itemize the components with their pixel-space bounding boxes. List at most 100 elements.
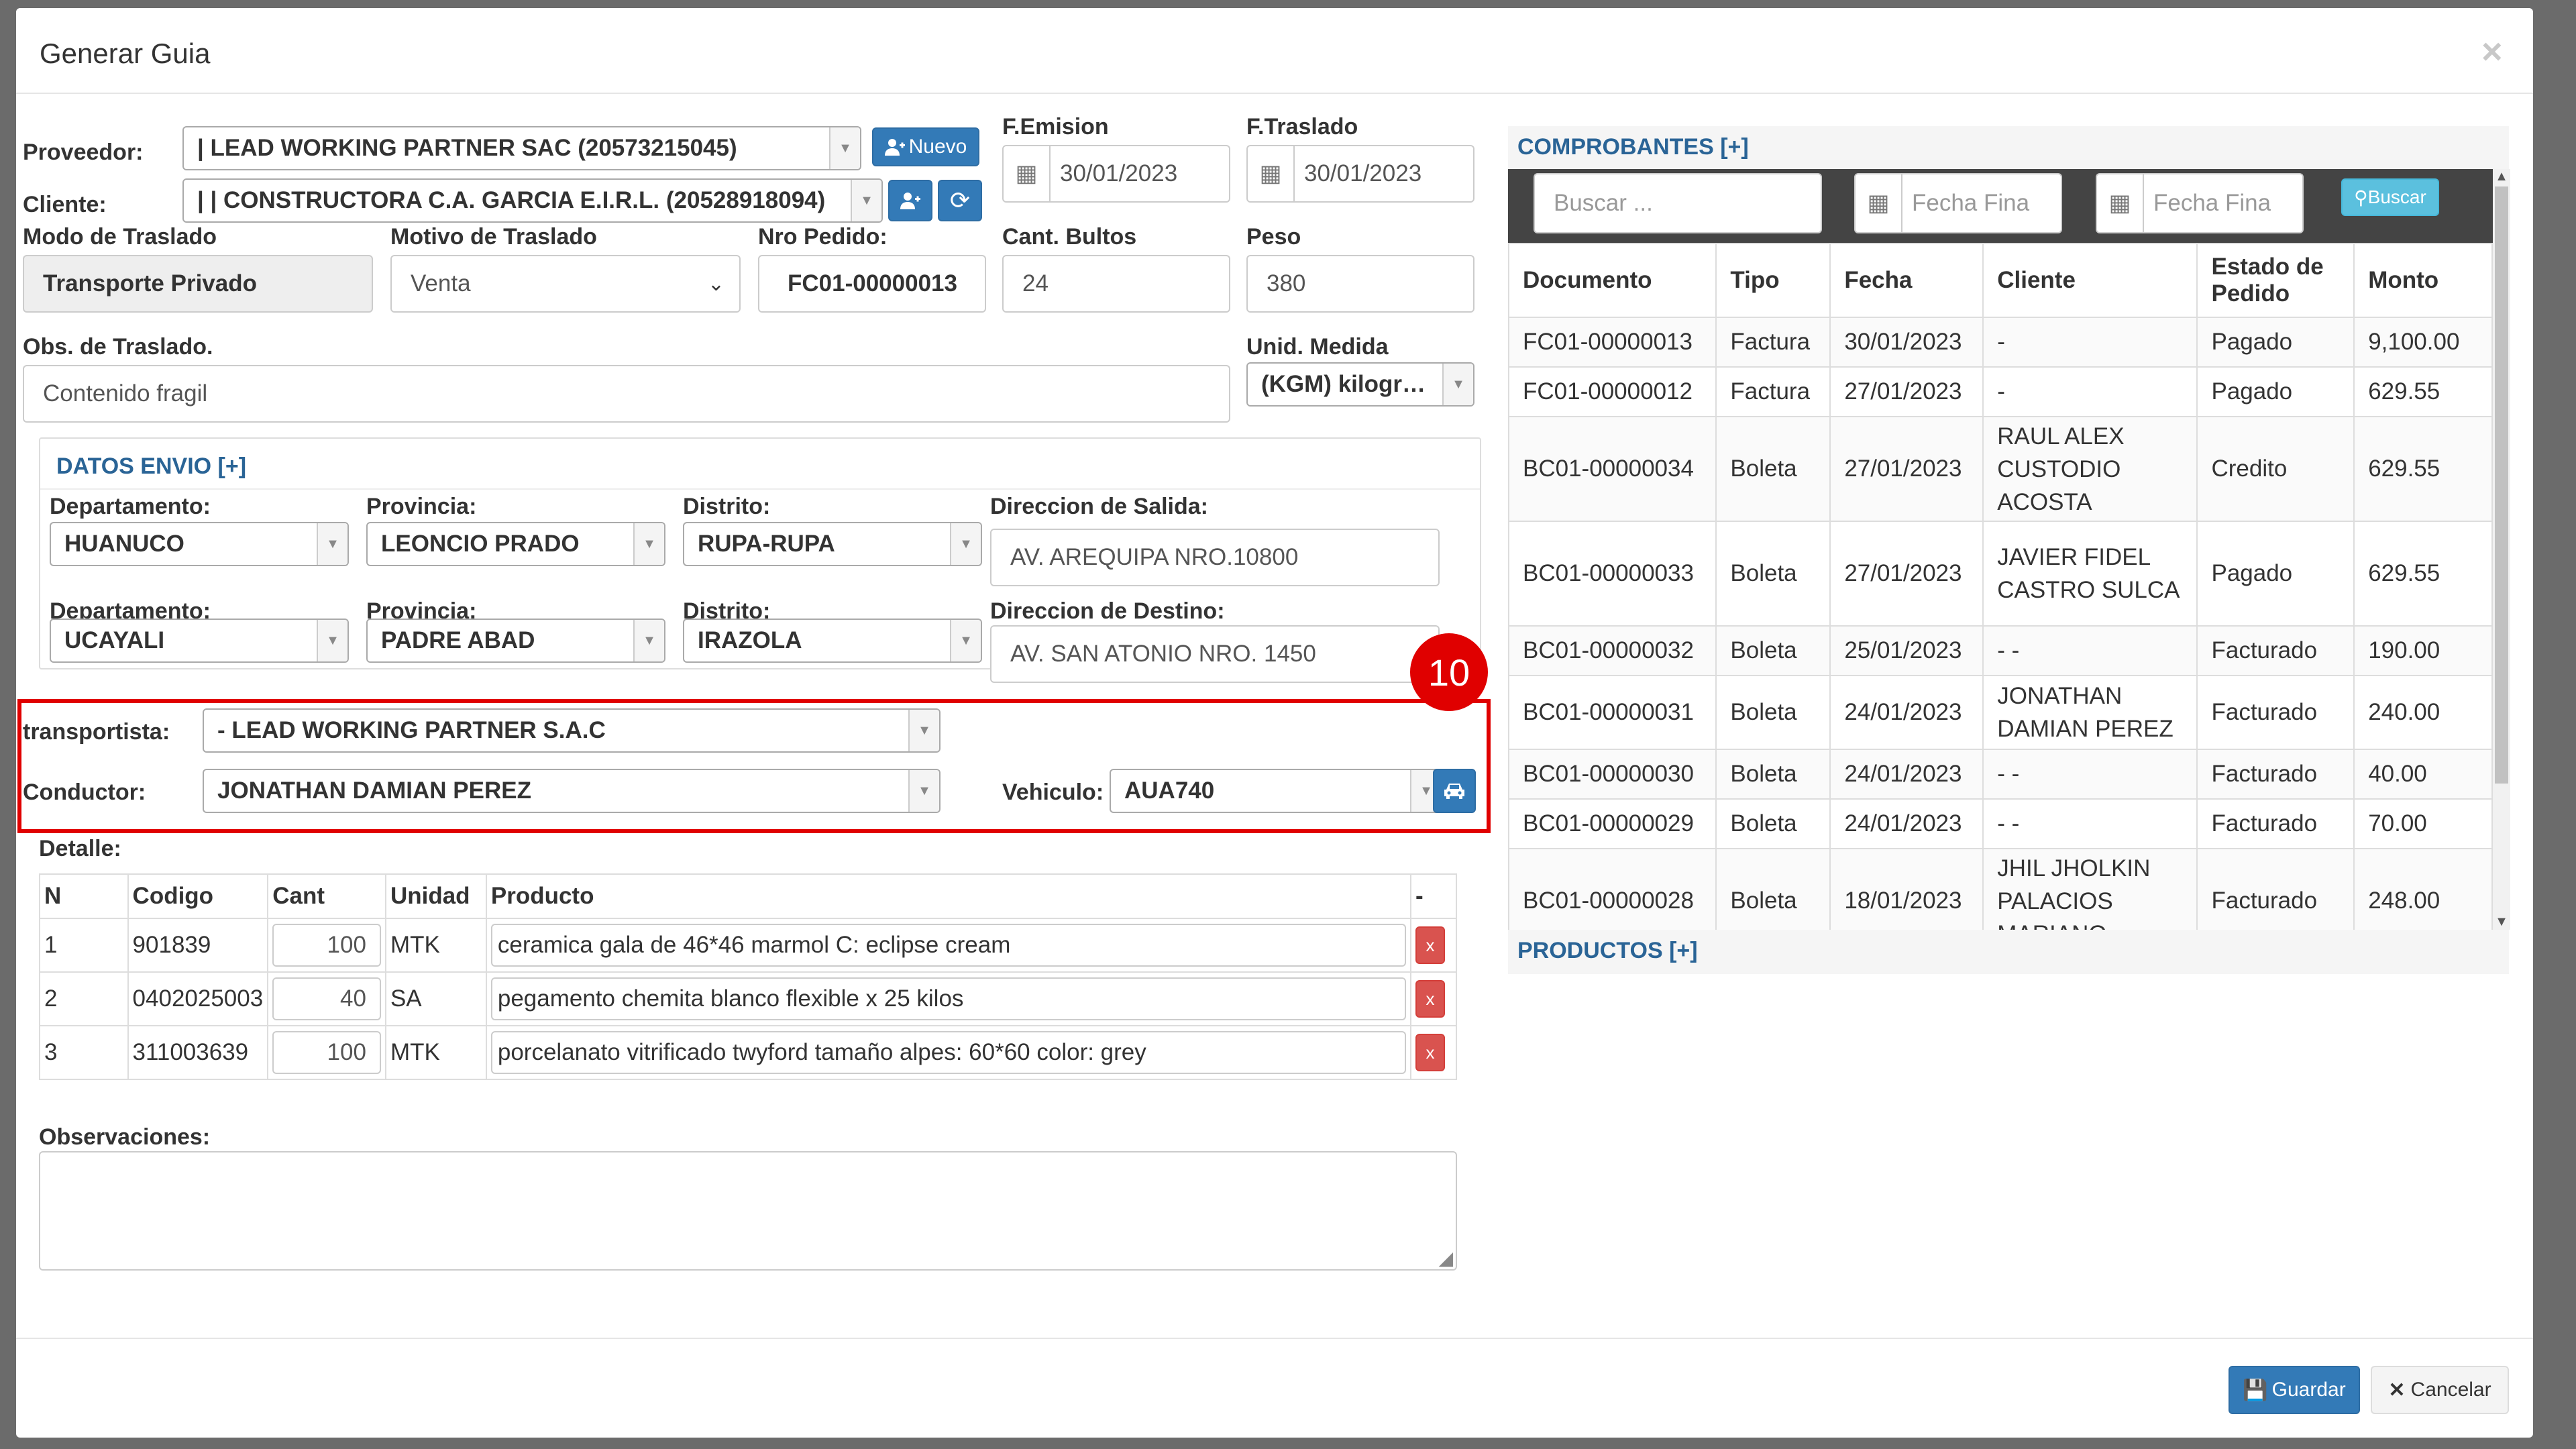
producto-input[interactable]: ceramica gala de 46*46 marmol C: eclipse… bbox=[490, 924, 1407, 967]
table-row[interactable]: BC01-00000031 Boleta 24/01/2023 JONATHAN DA… bbox=[1508, 675, 2493, 750]
unidad-medida-select[interactable]: (KGM) kilogr… ▼ bbox=[1246, 362, 1474, 407]
cancelar-label: Cancelar bbox=[2410, 1379, 2491, 1401]
cancelar-button[interactable]: ✕ Cancelar bbox=[2371, 1366, 2509, 1414]
row-cant-cell: 100 bbox=[267, 1025, 386, 1080]
table-row[interactable]: BC01-00000028 Boleta 18/01/2023 JHIL JHOLKI… bbox=[1508, 848, 2493, 930]
row-n: 3 bbox=[39, 1025, 129, 1080]
comprobantes-table: Documento Tipo Fecha Cliente Estado de P… bbox=[1508, 243, 2493, 930]
departamento-salida-select[interactable]: HUANUCO ▼ bbox=[50, 522, 349, 566]
unidad-medida-label: Unid. Medida bbox=[1246, 334, 1389, 360]
proveedor-select[interactable]: | LEAD WORKING PARTNER SAC (20573215045)… bbox=[182, 126, 861, 170]
cell-monto: 40.00 bbox=[2353, 749, 2493, 800]
transportista-label: transportista: bbox=[23, 719, 170, 745]
cant-input[interactable]: 100 bbox=[272, 924, 381, 967]
close-icon[interactable]: × bbox=[2481, 34, 2503, 70]
chevron-down-icon: ▼ bbox=[829, 127, 860, 169]
comprobantes-scroll-area[interactable]: Documento Tipo Fecha Cliente Estado de P… bbox=[1508, 243, 2493, 930]
table-row[interactable]: FC01-00000012 Factura 27/01/2023- Pagado 629… bbox=[1508, 366, 2493, 417]
footer-divider bbox=[16, 1338, 2533, 1339]
cell-fecha: 30/01/2023 bbox=[1829, 317, 1984, 368]
vehiculo-button[interactable] bbox=[1433, 769, 1476, 813]
table-row[interactable]: BC01-00000033 Boleta 27/01/2023 JAVIER FIDE… bbox=[1508, 521, 2493, 627]
ftraslado-input[interactable]: ▦ 30/01/2023 bbox=[1246, 145, 1474, 203]
provincia-salida-select[interactable]: LEONCIO PRADO ▼ bbox=[366, 522, 665, 566]
direccion-salida-input[interactable]: AV. AREQUIPA NRO.10800 bbox=[990, 529, 1440, 586]
table-row[interactable]: FC01-00000013 Factura 30/01/2023- Pagado 9,1… bbox=[1508, 317, 2493, 368]
productos-title[interactable]: PRODUCTOS [+] bbox=[1517, 938, 1698, 964]
cell-estado: Facturado bbox=[2196, 675, 2355, 750]
fecha-fin-input[interactable]: ▦ Fecha Fina bbox=[2096, 173, 2304, 233]
transportista-select[interactable]: - LEAD WORKING PARTNER S.A.C ▼ bbox=[203, 708, 941, 753]
producto-input[interactable]: pegamento chemita blanco flexible x 25 k… bbox=[490, 977, 1407, 1020]
delete-row-button[interactable]: x bbox=[1415, 980, 1446, 1018]
chevron-down-icon: ▼ bbox=[851, 180, 881, 221]
cell-tipo: Boleta bbox=[1715, 848, 1831, 930]
conductor-label: Conductor: bbox=[23, 780, 146, 805]
cell-estado: Credito bbox=[2196, 416, 2355, 522]
cell-monto: 240.00 bbox=[2353, 675, 2493, 750]
direccion-destino-input[interactable]: AV. SAN ATONIO NRO. 1450 bbox=[990, 625, 1440, 683]
cell-monto: 70.00 bbox=[2353, 798, 2493, 849]
nro-pedido-input[interactable]: FC01-00000013 bbox=[758, 255, 986, 313]
distrito-destino-value: IRAZOLA bbox=[698, 627, 802, 653]
cell-doc: BC01-00000032 bbox=[1508, 625, 1717, 676]
table-row[interactable]: BC01-00000032 Boleta 25/01/2023- - Facturad… bbox=[1508, 625, 2493, 676]
cant-bultos-input[interactable]: 24 bbox=[1002, 255, 1230, 313]
cant-input[interactable]: 100 bbox=[272, 1031, 381, 1074]
distrito-label: Distrito: bbox=[683, 494, 771, 519]
cell-monto: 629.55 bbox=[2353, 366, 2493, 417]
cliente-select[interactable]: | | CONSTRUCTORA C.A. GARCIA E.I.R.L. (2… bbox=[182, 178, 883, 223]
cell-doc: FC01-00000013 bbox=[1508, 317, 1717, 368]
resize-handle-icon[interactable]: ◢ bbox=[1438, 1247, 1453, 1269]
distrito-salida-select[interactable]: RUPA-RUPA ▼ bbox=[683, 522, 982, 566]
cell-cliente: - - bbox=[1982, 625, 2198, 676]
cell-estado: Facturado bbox=[2196, 749, 2355, 800]
motivo-traslado-select[interactable]: Venta ⌄ bbox=[390, 255, 741, 313]
peso-input[interactable]: 380 bbox=[1246, 255, 1474, 313]
vehiculo-select[interactable]: AUA740 ▼ bbox=[1110, 769, 1442, 813]
cell-estado: Facturado bbox=[2196, 798, 2355, 849]
scrollbar-thumb[interactable] bbox=[2495, 186, 2508, 784]
table-row[interactable]: BC01-00000029 Boleta 24/01/2023- - Facturad… bbox=[1508, 798, 2493, 849]
guardar-label: Guardar bbox=[2271, 1379, 2346, 1401]
row-unidad: MTK bbox=[384, 1025, 487, 1080]
observaciones-textarea[interactable]: ◢ bbox=[39, 1151, 1457, 1271]
cell-cliente: JAVIER FIDEL CASTRO SULCA bbox=[1982, 521, 2198, 627]
row-action-cell: x bbox=[1410, 1025, 1457, 1080]
refresh-cliente-button[interactable]: ⟳ bbox=[938, 180, 982, 221]
buscar-button[interactable]: ⚲ Buscar bbox=[2341, 178, 2439, 216]
guardar-button[interactable]: 💾 Guardar bbox=[2229, 1366, 2360, 1414]
chevron-down-icon: ▼ bbox=[950, 620, 981, 661]
delete-row-button[interactable]: x bbox=[1415, 926, 1446, 964]
col-actions: - bbox=[1410, 873, 1457, 919]
nuevo-proveedor-button[interactable]: Nuevo bbox=[872, 127, 979, 166]
col-fecha: Fecha bbox=[1829, 243, 1984, 318]
femision-value: 30/01/2023 bbox=[1060, 160, 1178, 186]
fecha-inicio-input[interactable]: ▦ Fecha Fina bbox=[1854, 173, 2062, 233]
datos-envio-title[interactable]: DATOS ENVIO [+] bbox=[56, 453, 246, 480]
add-cliente-button[interactable] bbox=[888, 180, 932, 221]
distrito-destino-select[interactable]: IRAZOLA ▼ bbox=[683, 619, 982, 663]
table-row: 3 311003639 100 MTK porcelanato vitrific… bbox=[39, 1025, 1457, 1080]
scroll-up-icon[interactable]: ▲ bbox=[2493, 169, 2510, 184]
conductor-select[interactable]: JONATHAN DAMIAN PEREZ ▼ bbox=[203, 769, 941, 813]
cell-doc: BC01-00000030 bbox=[1508, 749, 1717, 800]
table-row[interactable]: BC01-00000034 Boleta 27/01/2023 RAUL ALEX C… bbox=[1508, 416, 2493, 522]
delete-row-button[interactable]: x bbox=[1415, 1034, 1446, 1071]
modo-label: Modo de Traslado bbox=[23, 224, 217, 250]
departamento-destino-select[interactable]: UCAYALI ▼ bbox=[50, 619, 349, 663]
cell-doc: BC01-00000029 bbox=[1508, 798, 1717, 849]
cant-input[interactable]: 40 bbox=[272, 977, 381, 1020]
producto-input[interactable]: porcelanato vitrificado twyford tamaño a… bbox=[490, 1031, 1407, 1074]
femision-input[interactable]: ▦ 30/01/2023 bbox=[1002, 145, 1230, 203]
comprobantes-search-input[interactable]: Buscar ... bbox=[1534, 173, 1822, 233]
search-icon: ⚲ bbox=[2354, 186, 2368, 208]
provincia-destino-select[interactable]: PADRE ABAD ▼ bbox=[366, 619, 665, 663]
obs-traslado-input[interactable]: Contenido fragil bbox=[23, 365, 1230, 423]
comprobantes-title[interactable]: COMPROBANTES [+] bbox=[1517, 134, 1749, 160]
provincia-label: Provincia: bbox=[366, 494, 477, 519]
table-row[interactable]: BC01-00000030 Boleta 24/01/2023- - Facturad… bbox=[1508, 749, 2493, 800]
cell-fecha: 27/01/2023 bbox=[1829, 416, 1984, 522]
scroll-down-icon[interactable]: ▼ bbox=[2493, 914, 2510, 930]
comprobantes-scrollbar[interactable]: ▲ ▼ bbox=[2493, 169, 2510, 930]
